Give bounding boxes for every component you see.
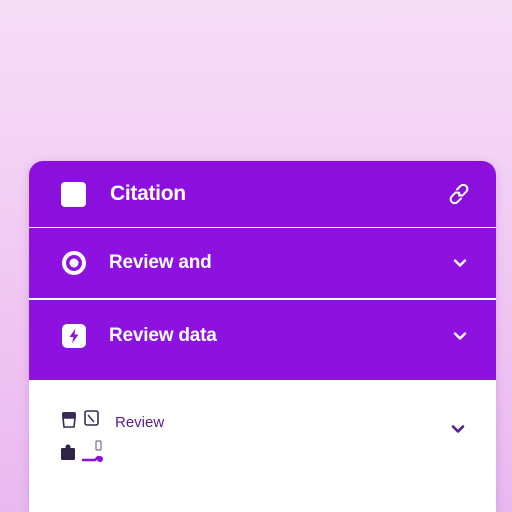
bolt-icon: [60, 322, 88, 350]
accordion-row-label: Review: [115, 414, 165, 431]
item-icon-group: [59, 408, 111, 474]
target-icon: [60, 249, 88, 277]
mug-icon: [62, 412, 76, 428]
accordion-row-label: Review data: [109, 325, 217, 346]
accordion-row-review-data[interactable]: Review data: [29, 300, 496, 380]
panel-header: Citation: [29, 161, 496, 227]
accordion-row-review[interactable]: Review: [29, 380, 496, 512]
select-all-checkbox[interactable]: [61, 182, 86, 207]
note-icon: [84, 410, 99, 426]
chevron-down-icon[interactable]: [449, 325, 471, 347]
link-icon[interactable]: [446, 181, 472, 207]
accordion-panel: Citation Review and Review data Review: [29, 161, 496, 512]
puzzle-icon: [61, 444, 75, 460]
panel-title: Citation: [110, 182, 186, 205]
accordion-row-label: Review and: [109, 252, 212, 273]
chevron-down-icon[interactable]: [449, 252, 471, 274]
chevron-down-icon[interactable]: [447, 418, 469, 440]
accordion-row-review-and[interactable]: Review and: [29, 228, 496, 298]
bottle-icon: [81, 440, 103, 462]
